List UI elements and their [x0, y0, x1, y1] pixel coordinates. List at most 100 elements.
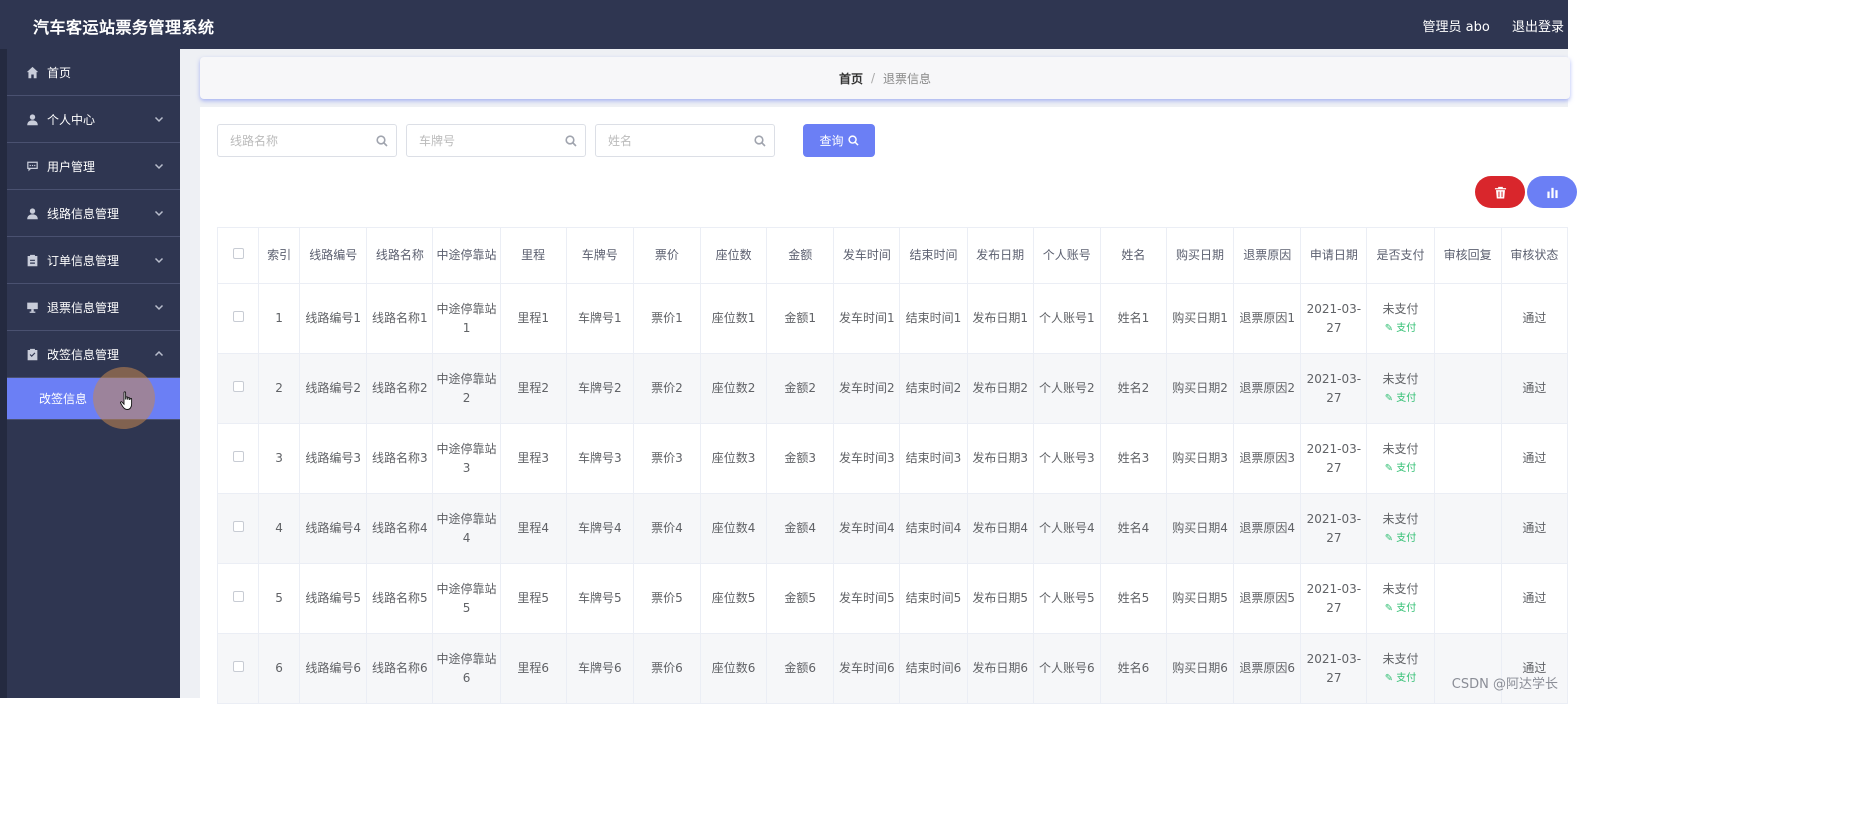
- cell-stop: 中途停靠站3: [432, 423, 501, 494]
- table-row[interactable]: 1 线路编号1 线路名称1 中途停靠站1 里程1 车牌号1 票价1 座位数1 金…: [217, 283, 1568, 354]
- sidebar-item-user-management[interactable]: 用户管理: [7, 143, 180, 190]
- cell-route-name: 线路名称3: [366, 423, 434, 494]
- app-title: 汽车客运站票务管理系统: [33, 18, 215, 37]
- sidebar-item-refund-management[interactable]: 退票信息管理: [7, 284, 180, 331]
- cell-seats: 座位数3: [699, 423, 768, 494]
- route-name-search-input[interactable]: 线路名称: [217, 124, 397, 157]
- cell-route-no: 线路编号2: [299, 353, 368, 424]
- statistics-button[interactable]: [1527, 176, 1577, 208]
- hand-pointer-icon: [120, 391, 133, 410]
- cell-price: 票价3: [632, 423, 702, 494]
- cell-end-time: 结束时间5: [899, 563, 968, 634]
- chevron-down-icon: [154, 301, 164, 311]
- cell-seats: 座位数5: [699, 563, 768, 634]
- cell-route-name: 线路名称2: [366, 353, 434, 424]
- row-checkbox-cell[interactable]: [217, 493, 260, 564]
- row-checkbox-cell[interactable]: [217, 283, 260, 354]
- row-checkbox[interactable]: [232, 451, 244, 462]
- column-header: 是否支付: [1366, 227, 1435, 284]
- column-header: 申请日期: [1300, 227, 1368, 284]
- cell-mileage: 里程6: [499, 633, 567, 704]
- sidebar-item-route-management[interactable]: 线路信息管理: [7, 190, 180, 237]
- sidebar-item-order-management[interactable]: 订单信息管理: [7, 237, 180, 284]
- trash-icon: [1494, 186, 1506, 199]
- sidebar-item-personal-center[interactable]: 个人中心: [7, 96, 180, 143]
- select-all-checkbox-cell[interactable]: [217, 227, 260, 284]
- pay-link[interactable]: ✎ 支付: [1369, 599, 1431, 618]
- cell-mileage: 里程3: [499, 423, 567, 494]
- cell-refund-reason: 退票原因3: [1233, 423, 1302, 494]
- cell-price: 票价6: [632, 633, 702, 704]
- cell-seats: 座位数6: [699, 633, 768, 704]
- row-checkbox[interactable]: [232, 381, 244, 392]
- cell-plate: 车牌号5: [565, 563, 634, 634]
- cell-amount: 金额3: [766, 423, 835, 494]
- row-checkbox-cell[interactable]: [217, 633, 260, 704]
- pay-link[interactable]: ✎ 支付: [1369, 669, 1431, 688]
- select-all-checkbox[interactable]: [232, 248, 244, 259]
- logout-link[interactable]: 退出登录: [1512, 20, 1564, 35]
- edit-icon: ✎: [1384, 322, 1397, 334]
- cell-index: 6: [258, 633, 301, 704]
- cell-paid: 未支付 ✎ 支付: [1366, 563, 1435, 634]
- pay-link[interactable]: ✎ 支付: [1369, 319, 1431, 338]
- cell-route-no: 线路编号4: [299, 493, 368, 564]
- cell-route-no: 线路编号5: [299, 563, 368, 634]
- user-icon: [25, 112, 39, 126]
- row-checkbox[interactable]: [232, 591, 244, 602]
- column-header: 结束时间: [899, 227, 968, 284]
- cell-index: 1: [258, 283, 301, 354]
- row-checkbox-cell[interactable]: [217, 563, 260, 634]
- cell-name: 姓名1: [1099, 283, 1167, 354]
- delete-button[interactable]: [1475, 176, 1525, 208]
- plate-search-input[interactable]: 车牌号: [406, 124, 586, 157]
- cell-depart-time: 发车时间3: [833, 423, 901, 494]
- breadcrumb-home-link[interactable]: 首页: [839, 70, 863, 87]
- monitor-icon: [25, 300, 39, 314]
- column-header: 个人账号: [1032, 227, 1101, 284]
- cell-seats: 座位数1: [699, 283, 768, 354]
- table-row[interactable]: 2 线路编号2 线路名称2 中途停靠站2 里程2 车牌号2 票价2 座位数2 金…: [217, 353, 1568, 424]
- row-checkbox[interactable]: [232, 311, 244, 322]
- cell-refund-reason: 退票原因1: [1233, 283, 1302, 354]
- cell-account: 个人账号2: [1032, 353, 1101, 424]
- cell-buy-date: 购买日期5: [1165, 563, 1235, 634]
- sidebar-item-home[interactable]: 首页: [7, 49, 180, 96]
- row-checkbox[interactable]: [232, 661, 244, 672]
- row-checkbox-cell[interactable]: [217, 353, 260, 424]
- search-icon: [847, 135, 859, 146]
- route-name-placeholder: 线路名称: [230, 134, 279, 148]
- query-button[interactable]: 查询: [803, 124, 875, 157]
- cell-publish-date: 发布日期2: [966, 353, 1034, 424]
- pay-link[interactable]: ✎ 支付: [1369, 389, 1431, 408]
- cell-stop: 中途停靠站1: [432, 283, 501, 354]
- column-header: 购买日期: [1165, 227, 1235, 284]
- paid-status: 未支付: [1382, 441, 1419, 456]
- sidebar-subitem-rebook-info[interactable]: 改签信息: [7, 367, 180, 429]
- row-checkbox[interactable]: [232, 521, 244, 532]
- pay-link[interactable]: ✎ 支付: [1369, 459, 1431, 478]
- cell-review-status: 通过: [1500, 353, 1568, 424]
- row-checkbox-cell[interactable]: [217, 423, 260, 494]
- table-row[interactable]: 3 线路编号3 线路名称3 中途停靠站3 里程3 车牌号3 票价3 座位数3 金…: [217, 423, 1568, 494]
- cell-end-time: 结束时间6: [899, 633, 968, 704]
- cell-route-no: 线路编号3: [299, 423, 368, 494]
- sidebar-item-rebook-management[interactable]: 改签信息管理: [7, 331, 180, 378]
- cell-plate: 车牌号4: [565, 493, 634, 564]
- sidebar-item-label: 线路信息管理: [47, 206, 120, 221]
- cell-index: 4: [258, 493, 301, 564]
- cell-review-reply: [1433, 283, 1502, 354]
- pay-link-label: 支付: [1396, 532, 1417, 544]
- pay-link[interactable]: ✎ 支付: [1369, 529, 1431, 548]
- column-header: 发布日期: [966, 227, 1034, 284]
- name-search-input[interactable]: 姓名: [595, 124, 775, 157]
- cell-amount: 金额2: [766, 353, 835, 424]
- cell-publish-date: 发布日期4: [966, 493, 1034, 564]
- cell-review-status: 通过: [1500, 283, 1568, 354]
- table-row[interactable]: 5 线路编号5 线路名称5 中途停靠站5 里程5 车牌号5 票价5 座位数5 金…: [217, 563, 1568, 634]
- clipboard-icon: [25, 253, 39, 267]
- table-row[interactable]: 6 线路编号6 线路名称6 中途停靠站6 里程6 车牌号6 票价6 座位数6 金…: [217, 633, 1568, 704]
- table-row[interactable]: 4 线路编号4 线路名称4 中途停靠站4 里程4 车牌号4 票价4 座位数4 金…: [217, 493, 1568, 564]
- cell-route-no: 线路编号6: [299, 633, 368, 704]
- cell-plate: 车牌号6: [565, 633, 634, 704]
